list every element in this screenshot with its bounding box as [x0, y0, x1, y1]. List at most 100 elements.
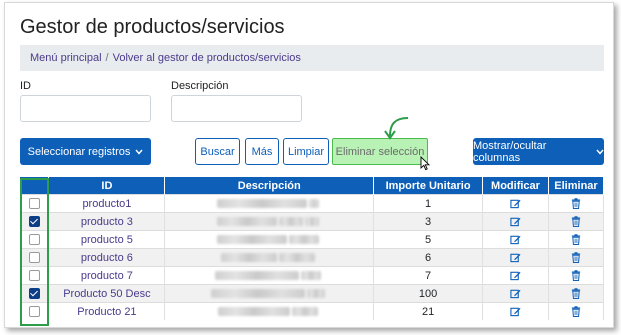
row-id[interactable]: Producto 50 Desc [48, 284, 166, 303]
trash-icon[interactable] [571, 234, 581, 246]
table-row: producto 7 7 [20, 266, 605, 285]
row-modificar-cell [482, 194, 549, 213]
edit-icon[interactable] [510, 270, 521, 281]
limpiar-button[interactable]: Limpiar [283, 138, 329, 165]
row-importe: 21 [373, 302, 484, 320]
row-eliminar-cell [548, 230, 605, 249]
row-id[interactable]: producto1 [48, 194, 166, 213]
trash-icon[interactable] [571, 288, 581, 300]
edit-icon[interactable] [510, 234, 521, 245]
row-importe: 100 [373, 284, 484, 303]
trash-icon[interactable] [571, 306, 581, 318]
blurred-text [217, 217, 278, 227]
select-records-button[interactable]: Seleccionar registros [20, 138, 151, 165]
page-title: Gestor de productos/servicios [20, 16, 285, 38]
table-row: Producto 21 21 [20, 302, 605, 320]
header-importe[interactable]: Importe Unitario [373, 177, 484, 195]
row-select-cell [20, 284, 50, 303]
table-row: Producto 50 Desc 100 [20, 284, 605, 303]
row-checkbox[interactable] [28, 198, 40, 210]
breadcrumb-back-to-manager[interactable]: Volver al gestor de productos/servicios [113, 52, 301, 64]
row-checkbox[interactable] [28, 216, 40, 228]
select-records-label: Seleccionar registros [27, 145, 131, 158]
header-id[interactable]: ID [48, 177, 166, 195]
row-id[interactable]: producto 5 [48, 230, 166, 249]
blurred-text [211, 289, 306, 299]
blurred-text [292, 307, 319, 317]
row-modificar-cell [482, 212, 549, 231]
row-descripcion [164, 230, 375, 249]
row-descripcion [164, 284, 375, 303]
row-modificar-cell [482, 230, 549, 249]
row-checkbox[interactable] [28, 288, 40, 300]
row-checkbox[interactable] [28, 270, 40, 282]
row-eliminar-cell [548, 212, 605, 231]
trash-icon[interactable] [571, 198, 581, 210]
breadcrumb: Menú principal / Volver al gestor de produ… [20, 45, 604, 71]
row-select-cell [20, 230, 50, 249]
blurred-text [221, 253, 278, 263]
buscar-button[interactable]: Buscar [195, 138, 240, 165]
row-id[interactable]: producto 7 [48, 266, 166, 285]
row-importe: 7 [373, 266, 484, 285]
row-descripcion [164, 212, 375, 231]
breadcrumb-separator: / [105, 52, 109, 64]
blurred-text [279, 253, 316, 263]
edit-icon[interactable] [510, 216, 521, 227]
blurred-text [217, 235, 288, 245]
edit-icon[interactable] [510, 306, 521, 317]
table-row: producto 3 3 [20, 212, 605, 231]
mouse-cursor-icon [420, 156, 431, 171]
toggle-columns-button[interactable]: Mostrar/ocultar columnas [473, 138, 604, 165]
row-id[interactable]: producto 6 [48, 248, 166, 267]
edit-icon[interactable] [510, 288, 521, 299]
row-modificar-cell [482, 284, 549, 303]
row-select-cell [20, 302, 50, 320]
edit-icon[interactable] [510, 252, 521, 263]
row-select-cell [20, 194, 50, 213]
row-select-cell [20, 212, 50, 231]
mas-button[interactable]: Más [245, 138, 279, 165]
row-importe: 5 [373, 230, 484, 249]
trash-icon[interactable] [571, 216, 581, 228]
row-eliminar-cell [548, 266, 605, 285]
row-id[interactable]: Producto 21 [48, 302, 166, 320]
row-eliminar-cell [548, 302, 605, 320]
blurred-text [305, 217, 320, 227]
table-row: producto1 1 [20, 194, 605, 213]
trash-icon[interactable] [571, 252, 581, 264]
breadcrumb-main-menu[interactable]: Menú principal [30, 52, 102, 64]
edit-icon[interactable] [510, 198, 521, 209]
caret-down-icon [135, 147, 143, 157]
row-importe: 6 [373, 248, 484, 267]
blurred-text [217, 199, 308, 209]
row-checkbox[interactable] [28, 234, 40, 246]
products-table: ID Descripción Importe Unitario Modifica… [20, 177, 605, 320]
toggle-columns-label: Mostrar/ocultar columnas [473, 139, 547, 164]
blurred-text [309, 199, 320, 209]
blurred-text [218, 307, 291, 317]
row-importe: 1 [373, 194, 484, 213]
descripcion-input[interactable] [171, 95, 302, 122]
row-select-cell [20, 248, 50, 267]
header-select [20, 177, 50, 195]
blurred-text [215, 271, 300, 281]
row-descripcion [164, 248, 375, 267]
row-checkbox[interactable] [28, 252, 40, 264]
header-descripcion[interactable]: Descripción [164, 177, 375, 195]
id-label: ID [20, 80, 31, 92]
row-eliminar-cell [548, 248, 605, 267]
row-select-cell [20, 266, 50, 285]
trash-icon[interactable] [571, 270, 581, 282]
row-checkbox[interactable] [28, 306, 40, 318]
row-importe: 3 [373, 212, 484, 231]
row-descripcion [164, 266, 375, 285]
row-eliminar-cell [548, 194, 605, 213]
table-row: producto 6 6 [20, 248, 605, 267]
header-eliminar: Eliminar [548, 177, 605, 195]
blurred-text [279, 217, 304, 227]
row-id[interactable]: producto 3 [48, 212, 166, 231]
eliminar-seleccion-button[interactable]: Eliminar selección [332, 138, 428, 165]
annotation-arrow-icon [384, 117, 409, 140]
id-input[interactable] [20, 95, 151, 122]
